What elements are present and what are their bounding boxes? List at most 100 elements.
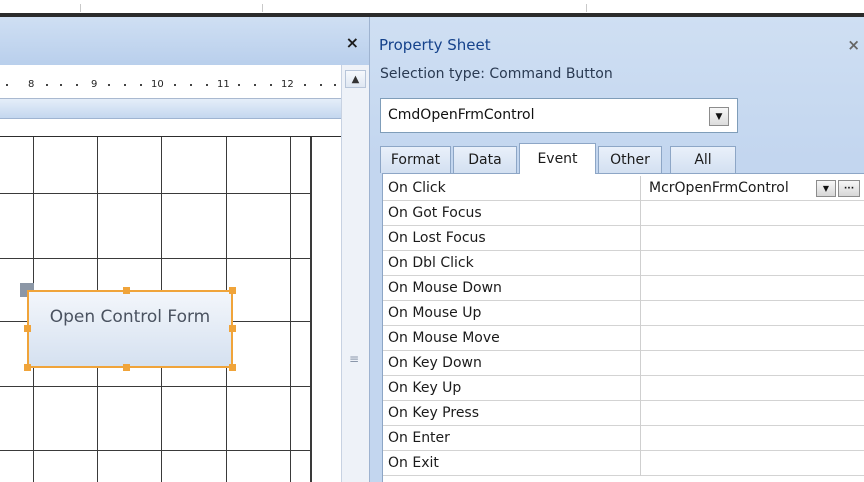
vertical-scrollbar[interactable]: ▲ ≡ [341, 65, 369, 482]
property-tabs: Format Data Event Other All [380, 143, 864, 174]
property-name: On Lost Focus [388, 230, 486, 246]
table-row[interactable]: On Key Press [383, 401, 864, 426]
ruler-tick [108, 84, 110, 86]
ruler-tick [174, 84, 176, 86]
event-properties-table: On Click McrOpenFrmControl ▼ ··· On Got … [382, 173, 864, 482]
selection-type-label: Selection type: Command Button [380, 66, 613, 82]
column-divider [640, 276, 641, 301]
ruler-tick [334, 84, 336, 86]
property-name: On Enter [388, 430, 450, 446]
property-sheet-title: Property Sheet [379, 36, 491, 54]
column-divider [640, 326, 641, 351]
tab-event[interactable]: Event [519, 143, 596, 174]
ruler-tick [206, 84, 208, 86]
ruler-label: 11 [217, 79, 230, 90]
ruler-label: 9 [91, 79, 98, 90]
ruler-label: 10 [151, 79, 164, 90]
property-name: On Mouse Down [388, 280, 502, 296]
ruler-label: 8 [28, 79, 35, 90]
column-divider [640, 401, 641, 426]
column-divider [640, 451, 641, 476]
ruler-label: 12 [281, 79, 294, 90]
grid-right-edge [310, 137, 312, 482]
ruler-tick [320, 84, 322, 86]
close-icon[interactable]: × [847, 36, 860, 54]
form-design-pane[interactable]: × 8 9 10 11 12 ▲ ≡ Open Control Form [0, 17, 369, 482]
design-pane-header: × [0, 17, 369, 65]
column-divider [640, 226, 641, 251]
section-header-bar[interactable] [0, 99, 341, 119]
grid-line [0, 386, 310, 387]
table-row[interactable]: On Lost Focus [383, 226, 864, 251]
resize-handle[interactable] [123, 364, 130, 371]
property-name: On Mouse Up [388, 305, 482, 321]
ruler-tick [254, 84, 256, 86]
ruler-tick [60, 84, 62, 86]
strip-divider [80, 4, 81, 12]
ruler-tick [304, 84, 306, 86]
grid-line [0, 450, 310, 451]
column-divider [640, 351, 641, 376]
ruler-tick [76, 84, 78, 86]
property-name: On Key Down [388, 355, 482, 371]
tab-data[interactable]: Data [453, 146, 517, 173]
close-icon[interactable]: × [346, 35, 359, 51]
tab-all[interactable]: All [670, 146, 736, 173]
grid-line [0, 258, 310, 259]
chevron-down-icon[interactable]: ▼ [816, 180, 836, 197]
tab-other[interactable]: Other [598, 146, 662, 173]
resize-handle[interactable] [229, 287, 236, 294]
horizontal-ruler: 8 9 10 11 12 [0, 65, 341, 99]
ruler-tick [46, 84, 48, 86]
strip-divider [262, 4, 263, 12]
resize-handle[interactable] [24, 325, 31, 332]
object-selector[interactable]: CmdOpenFrmControl ▼ [380, 98, 738, 133]
builder-ellipsis-icon[interactable]: ··· [838, 180, 860, 197]
access-window: × 8 9 10 11 12 ▲ ≡ Open Control Form Pro… [0, 0, 864, 482]
column-divider [640, 376, 641, 401]
property-value[interactable]: McrOpenFrmControl [649, 180, 819, 196]
ruler-tick [140, 84, 142, 86]
property-name: On Exit [388, 455, 439, 471]
property-name: On Click [388, 180, 446, 196]
table-row[interactable]: On Mouse Move [383, 326, 864, 351]
column-divider [640, 426, 641, 451]
top-strip [0, 0, 864, 14]
column-divider [640, 251, 641, 276]
property-name: On Key Press [388, 405, 480, 421]
scroll-grip-icon[interactable]: ≡ [349, 353, 359, 365]
scroll-up-icon[interactable]: ▲ [345, 70, 366, 88]
property-name: On Got Focus [388, 205, 482, 221]
ruler-tick [124, 84, 126, 86]
resize-handle[interactable] [123, 287, 130, 294]
column-divider [640, 301, 641, 326]
open-control-form-button[interactable]: Open Control Form [27, 290, 233, 368]
property-name: On Dbl Click [388, 255, 474, 271]
table-row[interactable]: On Key Up [383, 376, 864, 401]
column-divider [640, 176, 641, 201]
table-row[interactable]: On Mouse Up [383, 301, 864, 326]
table-row[interactable]: On Dbl Click [383, 251, 864, 276]
strip-divider [586, 4, 587, 12]
property-name: On Key Up [388, 380, 462, 396]
ruler-tick [270, 84, 272, 86]
object-selector-value: CmdOpenFrmControl [388, 107, 535, 123]
property-name: On Mouse Move [388, 330, 500, 346]
column-divider [640, 201, 641, 226]
table-row[interactable]: On Click McrOpenFrmControl ▼ ··· [383, 176, 864, 201]
ruler-tick [6, 84, 8, 86]
resize-handle[interactable] [229, 325, 236, 332]
resize-handle[interactable] [229, 364, 236, 371]
ruler-tick [190, 84, 192, 86]
table-row[interactable]: On Got Focus [383, 201, 864, 226]
ruler-tick [238, 84, 240, 86]
resize-handle[interactable] [24, 364, 31, 371]
table-row[interactable]: On Enter [383, 426, 864, 451]
chevron-down-icon[interactable]: ▼ [709, 107, 729, 126]
tab-format[interactable]: Format [380, 146, 451, 173]
table-row[interactable]: On Mouse Down [383, 276, 864, 301]
table-row[interactable]: On Exit [383, 451, 864, 476]
table-row[interactable]: On Key Down [383, 351, 864, 376]
grid-line [290, 137, 291, 482]
property-sheet-panel: Property Sheet × Selection type: Command… [369, 17, 864, 482]
